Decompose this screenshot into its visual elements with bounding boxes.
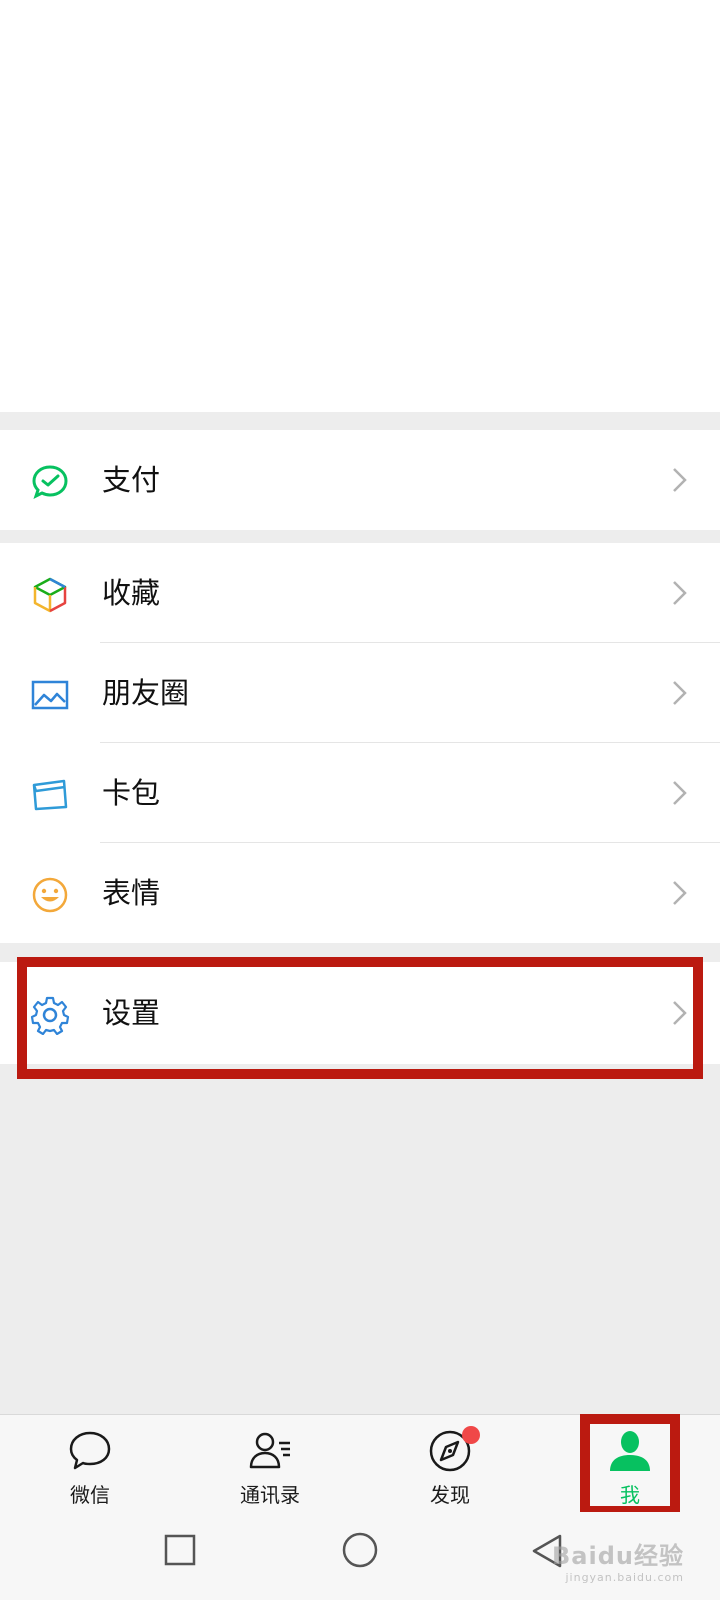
menu-item-favorites[interactable]: 收藏 [0, 543, 720, 643]
menu-item-settings[interactable]: 设置 [0, 962, 720, 1064]
chevron-right-icon [673, 581, 687, 605]
chevron-right-icon [673, 468, 687, 492]
tab-contacts[interactable]: 通讯录 [180, 1415, 360, 1513]
chevron-right-icon [673, 781, 687, 805]
chevron-right-icon [673, 681, 687, 705]
tab-label: 发现 [430, 1483, 470, 1507]
watermark-brand: Baidu经验 [552, 1542, 684, 1570]
menu-item-moments[interactable]: 朋友圈 [0, 643, 720, 743]
tab-label: 微信 [70, 1483, 110, 1507]
tab-label: 我 [620, 1483, 640, 1507]
menu-item-label: 卡包 [102, 776, 161, 810]
pay-group: 支付 [0, 430, 720, 530]
contacts-icon [249, 1432, 290, 1469]
menu-item-label: 设置 [102, 996, 161, 1030]
smiley-icon [32, 877, 68, 913]
system-navigation-bar: Baidu经验 jingyan.baidu.com [0, 1512, 720, 1600]
favorites-cube-icon [33, 577, 67, 613]
tab-label: 通讯录 [240, 1483, 300, 1507]
menu-item-cards[interactable]: 卡包 [0, 743, 720, 843]
menu-item-label: 支付 [102, 463, 161, 497]
profile-header-area [0, 0, 720, 412]
chat-bubble-icon [69, 1431, 111, 1470]
settings-group: 设置 [0, 962, 720, 1064]
menu-item-label: 朋友圈 [102, 676, 190, 710]
recent-apps-square-icon[interactable] [164, 1534, 196, 1566]
menu-item-stickers[interactable]: 表情 [0, 843, 720, 943]
menu-item-pay[interactable]: 支付 [0, 430, 720, 530]
tab-chats[interactable]: 微信 [0, 1415, 180, 1513]
card-wallet-icon [32, 779, 68, 811]
discover-badge-dot [462, 1426, 480, 1444]
chevron-right-icon [673, 881, 687, 905]
tab-discover[interactable]: 发现 [360, 1415, 540, 1513]
bottom-tab-bar: 微信 通讯录 发现 我 [0, 1414, 720, 1513]
features-group: 收藏 朋友圈 卡包 表情 [0, 543, 720, 943]
person-icon [610, 1431, 650, 1471]
pay-icon [32, 465, 68, 499]
home-circle-icon[interactable] [342, 1532, 378, 1568]
menu-item-label: 收藏 [102, 576, 161, 610]
gear-icon [30, 996, 70, 1035]
watermark-url: jingyan.baidu.com [565, 1571, 684, 1584]
chevron-right-icon [673, 1001, 687, 1025]
tab-me[interactable]: 我 [540, 1415, 720, 1513]
menu-item-label: 表情 [102, 876, 161, 910]
moments-image-icon [31, 680, 69, 710]
watermark: Baidu经验 jingyan.baidu.com [552, 1536, 684, 1584]
